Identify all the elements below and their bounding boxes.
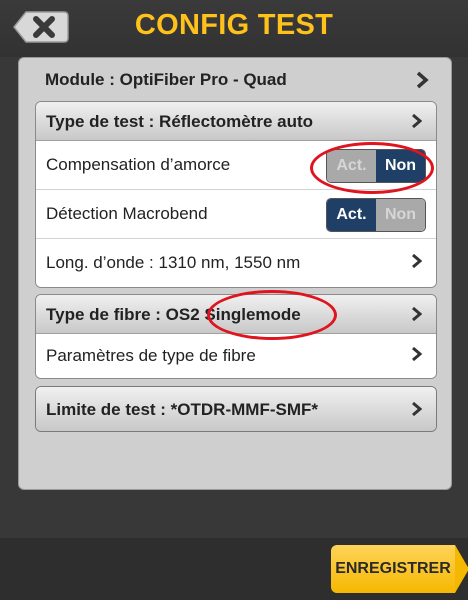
- test-limit-header[interactable]: Limite de test : *OTDR-MMF-SMF*: [36, 387, 436, 431]
- macrobend-detection-label: Détection Macrobend: [46, 204, 208, 223]
- launch-compensation-row: Compensation d’amorce Act. Non: [36, 141, 436, 190]
- wavelength-label: Long. d’onde : 1310 nm, 1550 nm: [46, 253, 301, 272]
- wavelength-row[interactable]: Long. d’onde : 1310 nm, 1550 nm: [36, 239, 436, 287]
- test-limit-label: Limite de test : *OTDR-MMF-SMF*: [46, 400, 318, 419]
- chevron-right-icon: [412, 306, 422, 322]
- fiber-parameters-label: Paramètres de type de fibre: [46, 346, 256, 365]
- chevron-right-icon: [416, 71, 429, 89]
- page-title: CONFIG TEST: [134, 9, 334, 41]
- test-type-header[interactable]: Type de test : Réflectomètre auto: [36, 102, 436, 141]
- chevron-right-icon: [412, 346, 422, 362]
- config-panel: Module : OptiFiber Pro - Quad Type de te…: [18, 57, 452, 490]
- fiber-type-label: Type de fibre : OS2 Singlemode: [46, 305, 301, 324]
- toggle-off-option[interactable]: Non: [376, 199, 425, 231]
- chevron-right-icon: [412, 113, 422, 129]
- fiber-type-group: Type de fibre : OS2 Singlemode Paramètre…: [35, 294, 437, 379]
- toggle-off-option[interactable]: Non: [376, 150, 425, 182]
- test-limit-group: Limite de test : *OTDR-MMF-SMF*: [35, 386, 437, 432]
- fiber-parameters-row[interactable]: Paramètres de type de fibre: [36, 334, 436, 378]
- macrobend-detection-toggle[interactable]: Act. Non: [326, 198, 426, 232]
- chevron-right-icon: [412, 401, 422, 417]
- chevron-right-icon: [412, 253, 422, 269]
- toggle-on-option[interactable]: Act.: [327, 150, 376, 182]
- module-selector[interactable]: Module : OptiFiber Pro - Quad: [19, 62, 451, 96]
- launch-compensation-label: Compensation d’amorce: [46, 155, 231, 174]
- save-button[interactable]: ENREGISTRER: [331, 545, 468, 593]
- test-type-group: Type de test : Réflectomètre auto Compen…: [35, 101, 437, 288]
- test-type-label: Type de test : Réflectomètre auto: [46, 112, 314, 131]
- fiber-type-header[interactable]: Type de fibre : OS2 Singlemode: [36, 295, 436, 334]
- header-bar: CONFIG TEST: [0, 0, 468, 57]
- toggle-on-option[interactable]: Act.: [327, 199, 376, 231]
- macrobend-detection-row: Détection Macrobend Act. Non: [36, 190, 436, 239]
- module-label: Module : OptiFiber Pro - Quad: [45, 70, 287, 89]
- launch-compensation-toggle[interactable]: Act. Non: [326, 149, 426, 183]
